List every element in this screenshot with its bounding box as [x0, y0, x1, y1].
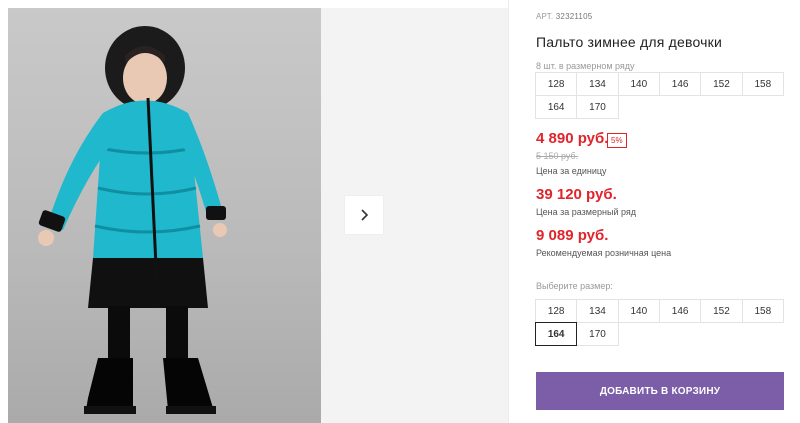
size-option-170[interactable]: 170	[576, 322, 619, 346]
size-option-152[interactable]: 152	[700, 299, 743, 323]
product-title: Пальто зимнее для девочки	[536, 34, 722, 50]
size-picker-label: Выберите размер:	[536, 281, 613, 291]
article-value: 32321105	[555, 12, 593, 21]
set-size-128: 128	[535, 72, 578, 96]
chevron-right-icon	[361, 209, 369, 221]
size-option-134[interactable]: 134	[576, 299, 619, 323]
size-option-164[interactable]: 164	[535, 322, 578, 346]
set-price-note: Цена за размерный ряд	[536, 207, 637, 217]
girl-in-coat-illustration	[38, 26, 227, 414]
old-price: 5 150 руб.	[536, 151, 579, 161]
retail-price-note: Рекомендуемая розничная цена	[536, 248, 672, 258]
product-photo[interactable]	[8, 8, 321, 423]
size-picker-grid: 128 134 140 146 152 158 164 170	[535, 299, 784, 346]
unit-price-note: Цена за единицу	[536, 166, 607, 176]
set-size-grid: 128 134 140 146 152 158 164 170	[535, 72, 784, 119]
size-option-146[interactable]: 146	[658, 299, 702, 323]
set-size-158: 158	[741, 72, 784, 96]
set-size-140: 140	[617, 72, 660, 96]
article-number: АРТ. 32321105	[536, 12, 592, 21]
size-option-140[interactable]: 140	[617, 299, 660, 323]
set-size-164: 164	[535, 95, 578, 119]
gallery-next-button[interactable]	[345, 196, 383, 234]
unit-price: 4 890 руб.	[536, 130, 609, 147]
add-to-cart-button[interactable]: ДОБАВИТЬ В КОРЗИНУ	[536, 372, 784, 410]
set-price: 39 120 руб.	[536, 186, 617, 203]
set-size-146: 146	[658, 72, 702, 96]
article-label: АРТ.	[536, 12, 554, 21]
size-option-158[interactable]: 158	[741, 299, 784, 323]
discount-badge: 5%	[607, 133, 627, 148]
panel-divider	[508, 0, 509, 423]
set-size-170: 170	[576, 95, 619, 119]
set-size-134: 134	[576, 72, 619, 96]
set-info-label: 8 шт. в размерном ряду	[536, 61, 635, 71]
set-size-152: 152	[700, 72, 743, 96]
product-gallery	[8, 8, 508, 423]
retail-price: 9 089 руб.	[536, 227, 609, 244]
size-option-128[interactable]: 128	[535, 299, 578, 323]
